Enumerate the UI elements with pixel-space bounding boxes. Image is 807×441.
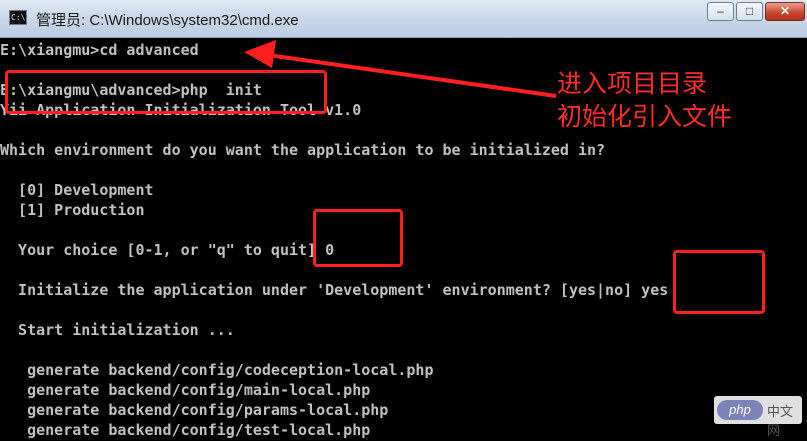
php-logo-icon: php (717, 400, 763, 420)
annotation-init-files: 初始化引入文件 (557, 102, 733, 131)
watermark: php 中文网 (714, 396, 802, 438)
annotation-arrow (244, 40, 557, 98)
annotation-enter-project-dir: 进入项目目录 (557, 69, 708, 98)
watermark-text: 中文网 (767, 404, 794, 438)
